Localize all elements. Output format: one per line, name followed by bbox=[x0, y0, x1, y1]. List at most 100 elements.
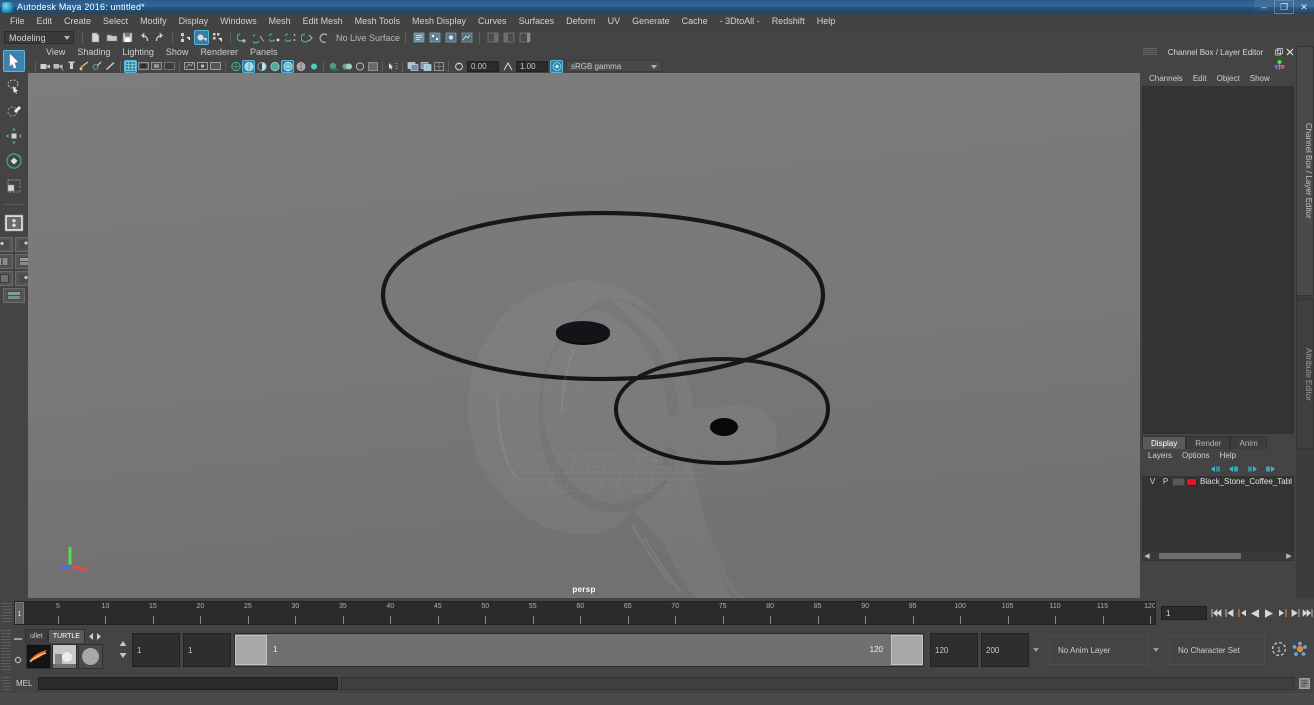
auto-keyframe-icon[interactable]: 1 bbox=[1271, 641, 1287, 659]
grid-snap-icon[interactable] bbox=[432, 60, 445, 73]
chevron-down-icon[interactable] bbox=[1153, 648, 1159, 652]
show-render-view-icon[interactable] bbox=[443, 30, 458, 45]
close-button[interactable]: ✕ bbox=[1294, 0, 1314, 14]
dock-grip[interactable] bbox=[1143, 48, 1157, 56]
xray-joints-icon[interactable] bbox=[196, 60, 209, 73]
table-row[interactable]: V P Black_Stone_Coffee_Tabl bbox=[1142, 476, 1294, 487]
layer-list[interactable]: V P Black_Stone_Coffee_Tabl ◀ ▶ bbox=[1142, 476, 1294, 561]
new-scene-icon[interactable] bbox=[88, 30, 103, 45]
gamma-icon[interactable] bbox=[501, 60, 514, 73]
anim-layer-select[interactable]: No Anim Layer bbox=[1049, 635, 1149, 665]
step-forward-frame-icon[interactable] bbox=[1288, 605, 1301, 621]
animation-preferences-icon[interactable] bbox=[1292, 641, 1308, 659]
layer-menu-options[interactable]: Options bbox=[1177, 449, 1215, 462]
show-outliner-icon[interactable] bbox=[411, 30, 426, 45]
redo-icon[interactable] bbox=[152, 30, 167, 45]
turtle-sphere-icon[interactable] bbox=[78, 644, 103, 669]
hypergraph-persp-layout[interactable] bbox=[0, 271, 13, 286]
command-language-label[interactable]: MEL bbox=[16, 677, 32, 691]
toggle-attribute-editor-icon[interactable] bbox=[485, 30, 500, 45]
menu-edit[interactable]: Edit bbox=[31, 14, 59, 29]
range-slider-start-handle[interactable] bbox=[235, 635, 267, 665]
menu-help[interactable]: Help bbox=[811, 14, 842, 29]
move-layer-up-icon[interactable] bbox=[1246, 464, 1258, 474]
select-by-hierarchy-icon[interactable] bbox=[178, 30, 193, 45]
last-tool-used[interactable] bbox=[3, 212, 25, 234]
viewport-menu-renderer[interactable]: Renderer bbox=[194, 46, 244, 59]
image-plane-icon[interactable] bbox=[91, 60, 104, 73]
scale-tool[interactable] bbox=[3, 175, 25, 197]
menu-mesh-tools[interactable]: Mesh Tools bbox=[349, 14, 406, 29]
range-slider-grip[interactable] bbox=[1, 630, 11, 670]
range-slider-bar[interactable]: 1 120 bbox=[234, 633, 924, 667]
bookmark-icon[interactable] bbox=[78, 60, 91, 73]
new-layer-icon[interactable] bbox=[1210, 464, 1222, 474]
shadows-icon[interactable] bbox=[327, 60, 340, 73]
turtle-bake-icon[interactable] bbox=[52, 644, 77, 669]
layer-shading-toggle[interactable] bbox=[1172, 477, 1185, 486]
camera-attributes-icon[interactable] bbox=[65, 60, 78, 73]
shelf-tab-next-icon[interactable] bbox=[95, 632, 103, 643]
menu-set-selector[interactable]: Modeling bbox=[4, 31, 74, 44]
layer-name[interactable]: Black_Stone_Coffee_Tabl bbox=[1200, 477, 1292, 486]
two-pane-side-layout[interactable] bbox=[0, 254, 13, 269]
menu-uv[interactable]: UV bbox=[602, 14, 627, 29]
range-end-field[interactable]: 120 bbox=[930, 633, 978, 667]
layer-visibility-toggle[interactable]: V bbox=[1146, 477, 1159, 486]
grid-toggle-icon[interactable] bbox=[124, 59, 137, 73]
gamma-field[interactable]: 1.00 bbox=[516, 60, 548, 72]
isolate-select-icon[interactable] bbox=[386, 60, 399, 73]
toggle-tool-settings-icon[interactable] bbox=[501, 30, 516, 45]
anim-end-field[interactable]: 200 bbox=[981, 633, 1029, 667]
motion-blur-icon[interactable] bbox=[353, 60, 366, 73]
shaded-textured-icon[interactable] bbox=[294, 60, 307, 73]
menu-3dtoall[interactable]: - 3DtoAll - bbox=[714, 14, 766, 29]
play-backwards-icon[interactable] bbox=[1249, 605, 1262, 621]
current-time-indicator[interactable]: 1 bbox=[15, 602, 24, 624]
shelf-scroll-down-icon[interactable] bbox=[118, 651, 129, 661]
menu-edit-mesh[interactable]: Edit Mesh bbox=[297, 14, 349, 29]
snap-to-point-icon[interactable] bbox=[268, 30, 283, 45]
smooth-shade-selected-icon[interactable] bbox=[255, 60, 268, 73]
time-slider-track[interactable]: 1 5 10 15 20 25 30 35 40 45 50 55 60 65 70 75 80 85 90 95 1… bbox=[14, 601, 1156, 625]
range-slider-end-handle[interactable] bbox=[891, 635, 923, 665]
paint-select-tool[interactable] bbox=[3, 100, 25, 122]
scroll-left-icon[interactable]: ◀ bbox=[1143, 552, 1151, 560]
step-back-frame-icon[interactable] bbox=[1223, 605, 1236, 621]
go-to-end-icon[interactable] bbox=[1301, 605, 1314, 621]
layer-list-scrollbar[interactable]: ◀ ▶ bbox=[1143, 552, 1293, 560]
step-back-key-icon[interactable] bbox=[1236, 605, 1249, 621]
gate-mask-icon[interactable] bbox=[163, 60, 176, 73]
menu-curves[interactable]: Curves bbox=[472, 14, 513, 29]
command-line-grip[interactable] bbox=[2, 677, 10, 691]
select-by-component-icon[interactable] bbox=[210, 30, 225, 45]
use-default-light-icon[interactable] bbox=[307, 60, 320, 73]
xray-icon[interactable] bbox=[183, 60, 196, 73]
snap-to-grid-icon[interactable] bbox=[236, 30, 251, 45]
color-management-select[interactable]: sRGB gamma bbox=[566, 60, 662, 72]
film-gate-icon[interactable] bbox=[137, 60, 150, 73]
chevron-down-icon[interactable] bbox=[1033, 648, 1039, 652]
layer-menu-help[interactable]: Help bbox=[1215, 449, 1241, 462]
tab-display[interactable]: Display bbox=[1142, 436, 1187, 449]
select-camera-icon[interactable] bbox=[39, 60, 52, 73]
vtab-attribute-editor[interactable]: Attribute Editor bbox=[1296, 299, 1314, 449]
manipulator-icon[interactable] bbox=[1273, 59, 1286, 71]
menu-generate[interactable]: Generate bbox=[626, 14, 676, 29]
minimize-button[interactable]: – bbox=[1254, 0, 1274, 14]
menu-create[interactable]: Create bbox=[58, 14, 97, 29]
step-forward-key-icon[interactable] bbox=[1275, 605, 1288, 621]
menu-select[interactable]: Select bbox=[97, 14, 134, 29]
viewport-menu-lighting[interactable]: Lighting bbox=[116, 46, 160, 59]
close-icon[interactable] bbox=[1285, 47, 1296, 57]
select-tool[interactable] bbox=[3, 50, 25, 72]
menu-modify[interactable]: Modify bbox=[134, 14, 173, 29]
viewport-menu-view[interactable]: View bbox=[40, 46, 71, 59]
multisample-icon[interactable] bbox=[366, 60, 379, 73]
viewport-panel-one-icon[interactable] bbox=[406, 60, 419, 73]
shelf-tab-bullet[interactable]: ullet bbox=[25, 629, 48, 643]
toggle-channel-box-icon[interactable] bbox=[517, 30, 532, 45]
current-frame-field[interactable]: 1 bbox=[1161, 606, 1207, 620]
smooth-shade-all-icon[interactable] bbox=[242, 59, 255, 73]
menu-windows[interactable]: Windows bbox=[214, 14, 263, 29]
